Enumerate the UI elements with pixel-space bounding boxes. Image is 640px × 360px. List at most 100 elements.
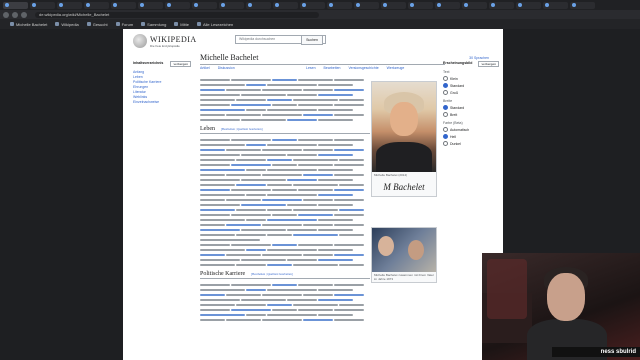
browser-tab[interactable] xyxy=(192,1,217,9)
bookmark-item[interactable]: Gesucht xyxy=(86,22,108,27)
radio-option[interactable]: Breit xyxy=(443,112,499,117)
tab-article[interactable]: Artikel xyxy=(200,66,210,70)
tab-read[interactable]: Lesen xyxy=(306,66,316,70)
browser-tab[interactable] xyxy=(354,1,379,9)
tab-history[interactable]: Versionsgeschichte xyxy=(348,66,378,70)
tab-favicon-icon xyxy=(5,3,9,7)
tab-favicon-icon xyxy=(140,3,144,7)
toc-item[interactable]: Politische Karriere xyxy=(133,80,191,84)
radio-option[interactable]: Klein xyxy=(443,76,499,81)
browser-tab[interactable] xyxy=(3,1,28,9)
browser-tab[interactable] xyxy=(111,1,136,9)
forward-icon[interactable] xyxy=(12,11,18,18)
edit-section-link[interactable]: [Bearbeiten | Quelltext bearbeiten] xyxy=(251,272,293,277)
radio-option[interactable]: Standard xyxy=(443,83,499,88)
family-photo[interactable] xyxy=(372,228,436,272)
browser-tab[interactable] xyxy=(381,1,406,9)
reload-icon[interactable] xyxy=(21,11,27,18)
radio-option[interactable]: Hell xyxy=(443,134,499,139)
text-segment xyxy=(267,218,317,221)
text-segment xyxy=(272,138,297,141)
tab-discussion[interactable]: Diskussion xyxy=(218,66,235,70)
text-segment xyxy=(334,318,364,321)
bookmark-item[interactable]: Wikipedia xyxy=(55,22,79,27)
toc-hide-button[interactable]: verbergen xyxy=(170,61,191,67)
edit-section-link[interactable]: [Bearbeiten | Quelltext bearbeiten] xyxy=(221,127,263,132)
browser-tab[interactable] xyxy=(300,1,325,9)
text-segment xyxy=(200,263,235,266)
text-segment xyxy=(246,168,266,171)
infobox-secondary: Michelle Bachelet zusammen mit ihrem Vat… xyxy=(371,227,437,283)
text-segment xyxy=(200,293,225,296)
radio-icon[interactable] xyxy=(443,141,448,146)
streamer-name-tag: ness sbulrid xyxy=(552,347,640,357)
browser-tab[interactable] xyxy=(84,1,109,9)
radio-icon[interactable] xyxy=(443,76,448,81)
browser-tab[interactable] xyxy=(138,1,163,9)
back-icon[interactable] xyxy=(3,11,9,18)
tab-edit[interactable]: Bearbeiten xyxy=(324,66,341,70)
text-size-options: Klein Standard Groß xyxy=(443,76,499,95)
browser-tab[interactable] xyxy=(462,1,487,9)
radio-option[interactable]: Automatisch xyxy=(443,127,499,132)
bookmark-item[interactable]: Sammlung xyxy=(141,22,166,27)
radio-icon[interactable] xyxy=(443,90,448,95)
appearance-hide-button[interactable]: verbergen xyxy=(478,61,499,67)
tab-favicon-icon xyxy=(275,3,279,7)
text-segment xyxy=(267,158,292,161)
radio-icon[interactable] xyxy=(443,112,448,117)
radio-icon[interactable] xyxy=(443,134,448,139)
toc-item[interactable]: Weblinks xyxy=(133,95,191,99)
language-selector[interactable]: 30 Sprachen xyxy=(469,56,489,60)
browser-tab[interactable] xyxy=(219,1,244,9)
bookmark-item[interactable]: Michelle Bachelet xyxy=(10,22,47,27)
text-segment xyxy=(339,303,364,306)
wikipedia-logo[interactable]: WIKIPEDIA Die freie Enzyklopädie xyxy=(133,34,197,48)
search-button[interactable]: Suchen xyxy=(301,35,323,45)
text-segment xyxy=(200,93,240,96)
radio-icon[interactable] xyxy=(443,127,448,132)
toc-item[interactable]: Leben xyxy=(133,75,191,79)
text-segment xyxy=(298,308,333,311)
radio-option[interactable]: Groß xyxy=(443,90,499,95)
browser-tab[interactable] xyxy=(570,1,595,9)
browser-tab[interactable] xyxy=(165,1,190,9)
radio-option[interactable]: Standard xyxy=(443,105,499,110)
text-segment xyxy=(334,253,364,256)
radio-icon[interactable] xyxy=(443,83,448,88)
text-segment xyxy=(241,93,286,96)
tab-favicon-icon xyxy=(410,3,414,7)
text-segment xyxy=(287,258,317,261)
tab-tools[interactable]: Werkzeuge xyxy=(387,66,405,70)
text-segment xyxy=(318,118,353,121)
url-field[interactable]: de.wikipedia.org/wiki/Michelle_Bachelet xyxy=(35,11,319,18)
browser-tab[interactable] xyxy=(246,1,271,9)
browser-tab[interactable] xyxy=(30,1,55,9)
text-segment xyxy=(200,188,230,191)
bookmark-item[interactable]: Forum xyxy=(115,22,133,27)
toc-item[interactable]: Anfang xyxy=(133,70,191,74)
tab-favicon-icon xyxy=(383,3,387,7)
toc-item[interactable]: Ehrungen xyxy=(133,85,191,89)
browser-tab[interactable] xyxy=(489,1,514,9)
browser-tab[interactable] xyxy=(543,1,568,9)
radio-icon[interactable] xyxy=(443,105,448,110)
bookmark-item[interactable]: Alle Lesezeichen xyxy=(196,22,233,27)
logo-subtitle: Die freie Enzyklopädie xyxy=(150,43,180,48)
browser-tab[interactable] xyxy=(273,1,298,9)
browser-tab[interactable] xyxy=(57,1,82,9)
browser-tab[interactable] xyxy=(516,1,541,9)
text-segment xyxy=(231,188,271,191)
toc-item[interactable]: Einzelnachweise xyxy=(133,100,191,104)
toc-item[interactable]: Literatur xyxy=(133,90,191,94)
browser-tab[interactable] xyxy=(408,1,433,9)
bookmark-item[interactable]: Mitte xyxy=(174,22,189,27)
browser-tab[interactable] xyxy=(327,1,352,9)
width-options: Standard Breit xyxy=(443,105,499,117)
text-segment xyxy=(246,193,266,196)
portrait-image[interactable] xyxy=(372,82,436,172)
browser-tab[interactable] xyxy=(435,1,460,9)
tab-favicon-icon xyxy=(491,3,495,7)
radio-option[interactable]: Dunkel xyxy=(443,141,499,146)
text-segment xyxy=(318,143,353,146)
